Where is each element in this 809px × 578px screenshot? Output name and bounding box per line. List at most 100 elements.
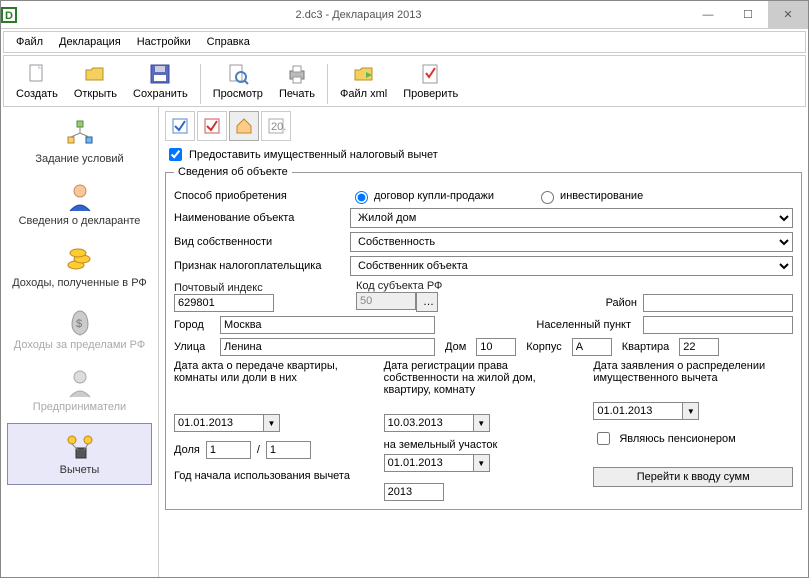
preview-button[interactable]: Просмотр	[205, 60, 271, 104]
region-code-label: Код субъекта РФ	[356, 280, 496, 292]
city-label: Город	[174, 319, 214, 331]
district-label: Район	[606, 297, 637, 309]
postal-input[interactable]	[174, 294, 274, 312]
year-label: Год начала использования вычета	[174, 470, 374, 482]
menu-settings[interactable]: Настройки	[129, 34, 199, 50]
settlement-label: Населенный пункт	[441, 319, 637, 331]
check-icon	[419, 62, 443, 86]
street-input[interactable]	[220, 338, 435, 356]
tab-property[interactable]	[229, 111, 259, 141]
share-label: Доля	[174, 444, 200, 456]
deduction-tabs: 20..	[165, 111, 802, 141]
taxpayer-sign-label: Признак налогоплательщика	[174, 260, 344, 272]
sidebar-item-conditions[interactable]: Задание условий	[7, 113, 152, 173]
ownership-label: Вид собственности	[174, 236, 344, 248]
minimize-button[interactable]: —	[688, 1, 728, 29]
sidebar-item-declarant[interactable]: Сведения о декларанте	[7, 175, 152, 235]
close-button[interactable]: ✕	[768, 1, 808, 29]
region-code-input	[356, 292, 416, 310]
city-input[interactable]	[220, 316, 435, 334]
date-land-label: на земельный участок	[384, 439, 584, 451]
menu-help[interactable]: Справка	[199, 34, 258, 50]
object-legend: Сведения об объекте	[174, 166, 292, 178]
flat-input[interactable]	[679, 338, 719, 356]
check-button[interactable]: Проверить	[395, 60, 466, 104]
house-label: Дом	[441, 341, 470, 353]
share-den-input[interactable]	[266, 441, 311, 459]
date-reg-input[interactable]	[384, 414, 474, 432]
region-code-lookup-button[interactable]: …	[416, 292, 438, 312]
grant-deduction-label: Предоставить имущественный налоговый выч…	[189, 149, 438, 161]
moneybag-icon: $	[64, 305, 96, 337]
date-appl-label: Дата заявления о распределении имуществе…	[593, 360, 793, 384]
open-button[interactable]: Открыть	[66, 60, 125, 104]
svg-text:20..: 20..	[271, 121, 286, 133]
xml-icon	[352, 62, 376, 86]
new-button[interactable]: Создать	[8, 60, 66, 104]
tab-standard[interactable]	[165, 111, 195, 141]
flat-label: Квартира	[618, 341, 674, 353]
toolbar: Создать Открыть Сохранить Просмотр Печат…	[3, 55, 806, 107]
sidebar-item-income-rf[interactable]: Доходы, полученные в РФ	[7, 237, 152, 297]
goto-sums-button[interactable]: Перейти к вводу сумм	[593, 467, 793, 487]
main-panel: 20.. Предоставить имущественный налоговы…	[159, 107, 808, 577]
ownership-select[interactable]: Собственность	[350, 232, 793, 252]
year-input[interactable]	[384, 483, 444, 501]
open-icon	[83, 62, 107, 86]
person-icon	[64, 181, 96, 213]
print-button[interactable]: Печать	[271, 60, 323, 104]
date-appl-input[interactable]	[593, 402, 683, 420]
street-label: Улица	[174, 341, 214, 353]
save-icon	[148, 62, 172, 86]
businessman-icon	[64, 367, 96, 399]
share-num-input[interactable]	[206, 441, 251, 459]
conditions-icon	[64, 119, 96, 151]
sidebar-item-entrepreneurs: Предприниматели	[7, 361, 152, 421]
save-button[interactable]: Сохранить	[125, 60, 196, 104]
menu-declaration[interactable]: Декларация	[51, 34, 129, 50]
postal-label: Почтовый индекс	[174, 282, 350, 294]
object-fieldset: Сведения об объекте Способ приобретения …	[165, 166, 802, 510]
house-input[interactable]	[476, 338, 516, 356]
sidebar-item-deductions[interactable]: Вычеты	[7, 423, 152, 485]
object-name-label: Наименование объекта	[174, 212, 344, 224]
settlement-input[interactable]	[643, 316, 793, 334]
radio-investment[interactable]: инвестирование	[536, 188, 643, 204]
tab-losses[interactable]: 20..	[261, 111, 291, 141]
acquisition-label: Способ приобретения	[174, 190, 344, 202]
grant-deduction-checkbox[interactable]	[169, 148, 182, 161]
corpus-label: Корпус	[522, 341, 565, 353]
date-land-input[interactable]	[384, 454, 474, 472]
object-name-select[interactable]: Жилой дом	[350, 208, 793, 228]
preview-icon	[226, 62, 250, 86]
menu-file[interactable]: Файл	[8, 34, 51, 50]
pensioner-checkbox-row[interactable]: Являюсь пенсионером	[593, 429, 793, 448]
corpus-input[interactable]	[572, 338, 612, 356]
date-reg-label: Дата регистрации права собственности на …	[384, 360, 584, 396]
taxpayer-sign-select[interactable]: Собственник объекта	[350, 256, 793, 276]
svg-text:D: D	[5, 10, 13, 22]
date-appl-dropdown[interactable]: ▼	[683, 402, 699, 420]
coins-icon	[64, 243, 96, 275]
new-icon	[25, 62, 49, 86]
sidebar-item-income-foreign: $ Доходы за пределами РФ	[7, 299, 152, 359]
date-land-dropdown[interactable]: ▼	[474, 454, 490, 472]
radio-purchase[interactable]: договор купли-продажи	[350, 188, 494, 204]
tab-social[interactable]	[197, 111, 227, 141]
deductions-icon	[64, 430, 96, 462]
svg-text:$: $	[76, 318, 82, 330]
date-act-label: Дата акта о передаче квартиры, комнаты и…	[174, 360, 374, 384]
window-title: 2.dc3 - Декларация 2013	[29, 9, 688, 21]
print-icon	[285, 62, 309, 86]
date-reg-dropdown[interactable]: ▼	[474, 414, 490, 432]
sidebar: Задание условий Сведения о декларанте До…	[1, 107, 159, 577]
app-icon: D	[1, 7, 29, 23]
maximize-button[interactable]: ☐	[728, 1, 768, 29]
xml-button[interactable]: Файл xml	[332, 60, 395, 104]
menubar: Файл Декларация Настройки Справка	[3, 31, 806, 53]
pensioner-checkbox[interactable]	[597, 432, 610, 445]
district-input[interactable]	[643, 294, 793, 312]
titlebar: D 2.dc3 - Декларация 2013 — ☐ ✕	[1, 1, 808, 29]
date-act-input[interactable]	[174, 414, 264, 432]
date-act-dropdown[interactable]: ▼	[264, 414, 280, 432]
